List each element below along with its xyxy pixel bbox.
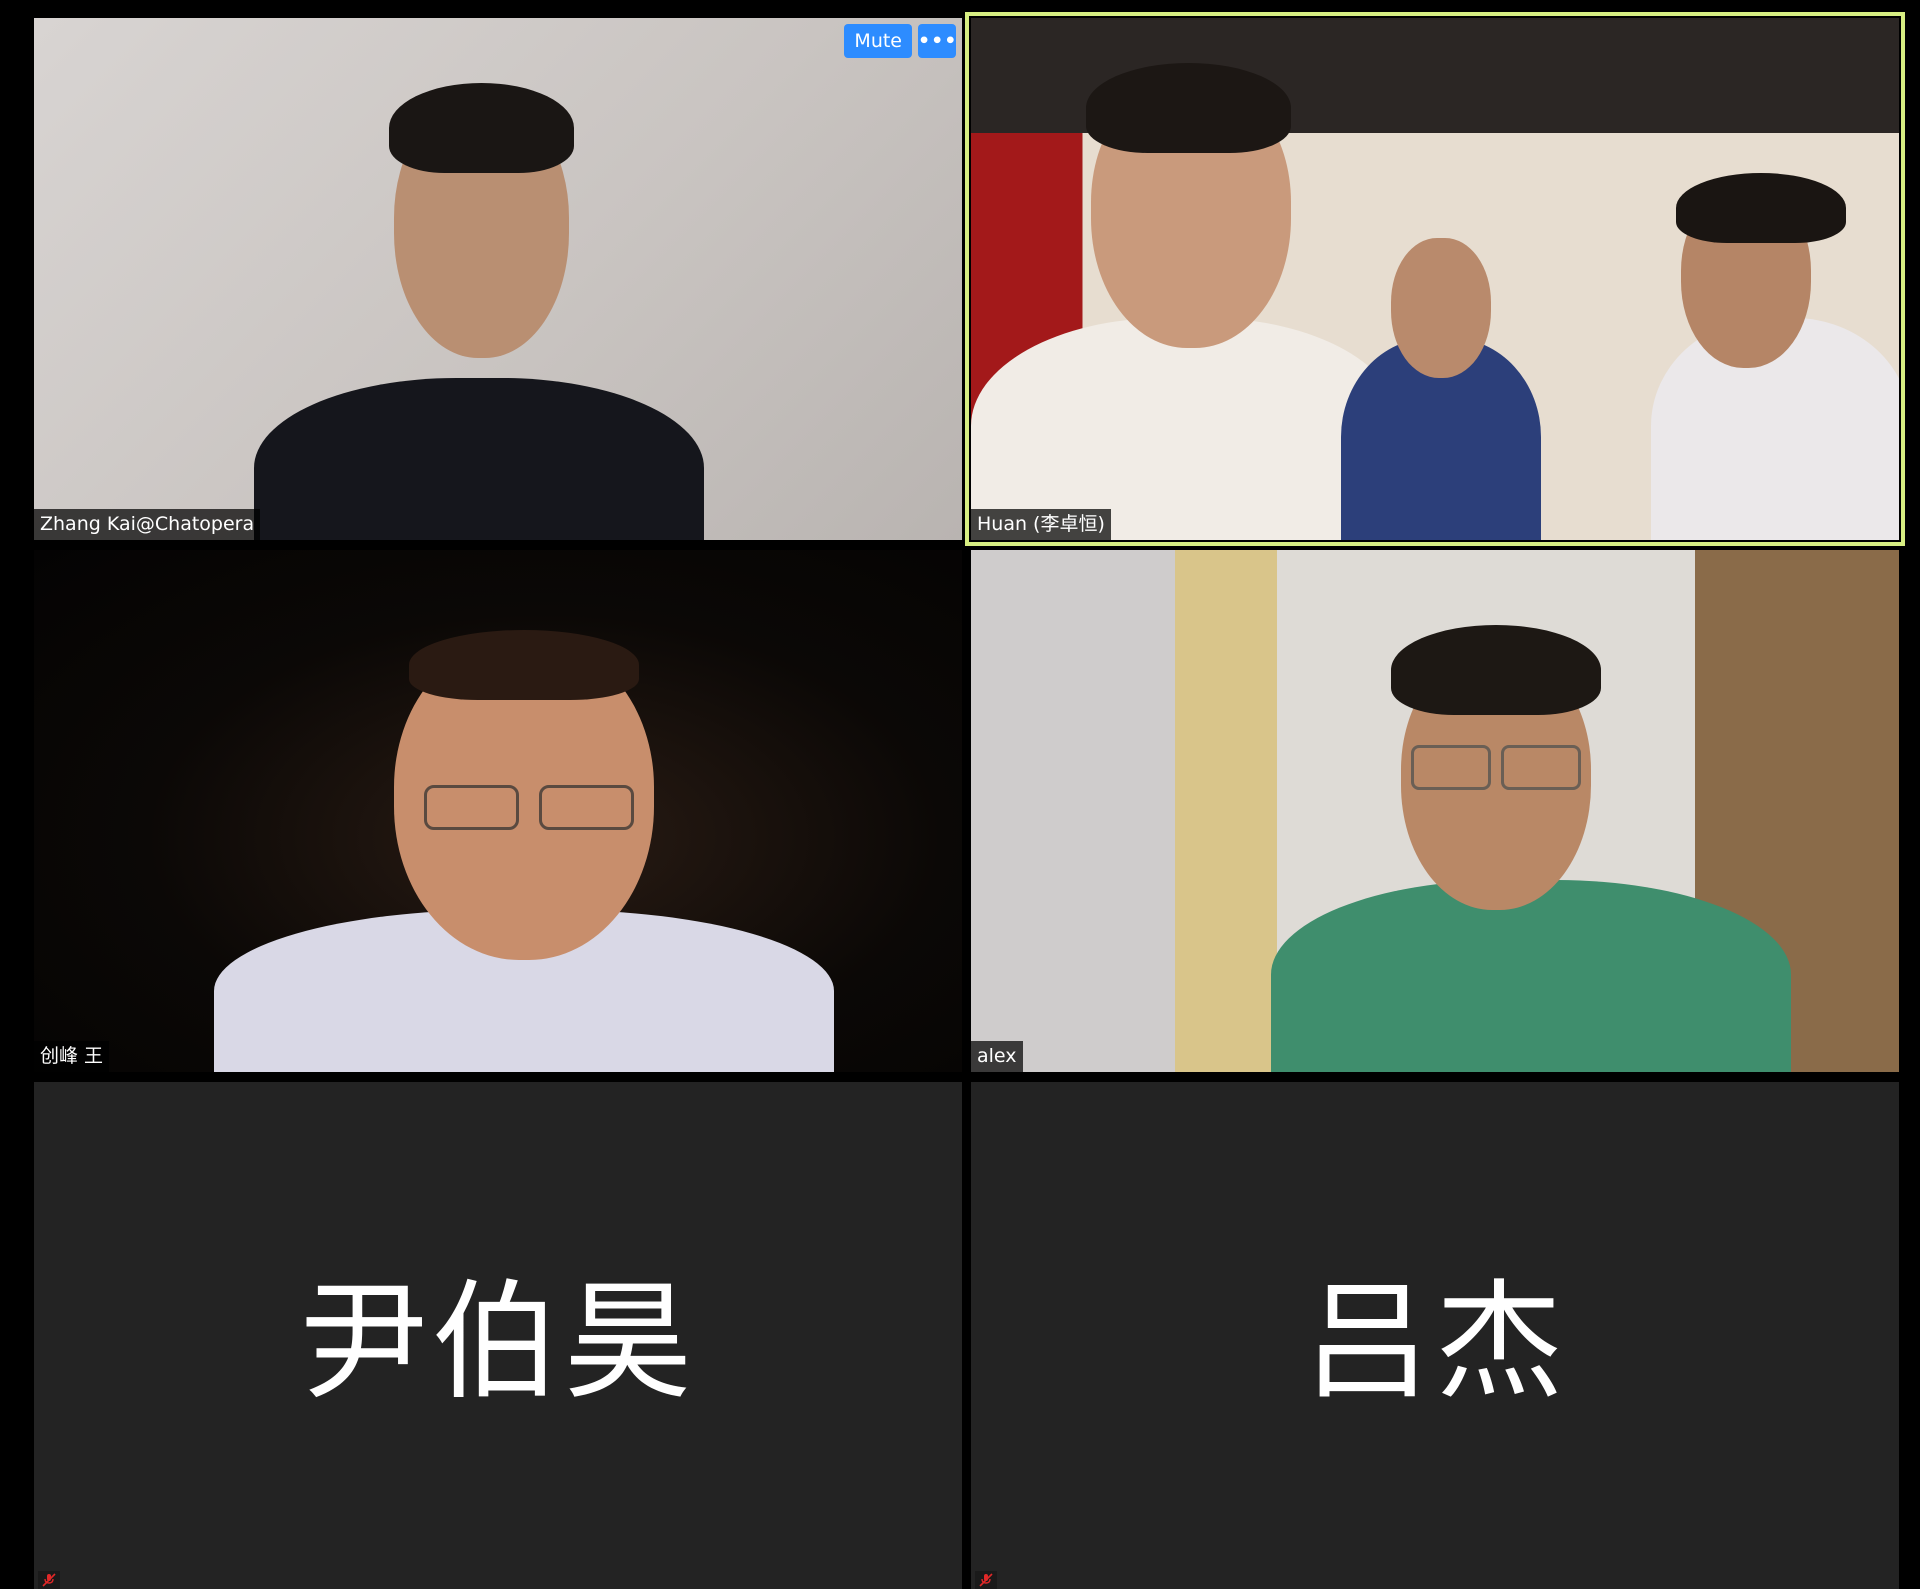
- participant-tile-yin-bohao[interactable]: 尹伯昊: [34, 1082, 962, 1589]
- participant-figure: [971, 18, 1899, 540]
- participant-name-label: Zhang Kai@Chatopera: [34, 509, 261, 540]
- participant-name-label: 创峰 王: [34, 1041, 110, 1072]
- participant-video: [971, 18, 1899, 540]
- microphone-muted-icon: [38, 1571, 60, 1589]
- participant-tile-lv-jie[interactable]: 吕杰: [971, 1082, 1899, 1589]
- participant-tile-chuangfeng-wang[interactable]: 创峰 王: [34, 550, 962, 1072]
- participant-figure: [34, 18, 962, 540]
- more-options-button[interactable]: •••: [918, 24, 956, 58]
- participant-name-label: Huan (李卓恒): [971, 509, 1111, 540]
- ellipsis-icon: •••: [918, 30, 958, 52]
- participant-display-name: 吕杰: [1302, 1268, 1567, 1417]
- participant-video: [34, 550, 962, 1072]
- participant-video: [34, 18, 962, 540]
- participant-figure: [34, 550, 962, 1072]
- tile-controls: Mute •••: [844, 24, 956, 58]
- participant-figure: [971, 550, 1899, 1072]
- participant-tile-zhang-kai[interactable]: Mute ••• Zhang Kai@Chatopera: [34, 18, 962, 540]
- video-gallery: Mute ••• Zhang Kai@Chatopera Huan (李卓恒): [0, 0, 1920, 1589]
- participant-video: [971, 550, 1899, 1072]
- participant-display-name: 尹伯昊: [299, 1268, 696, 1417]
- mute-button[interactable]: Mute: [844, 24, 912, 58]
- microphone-muted-icon: [975, 1571, 997, 1589]
- participant-tile-huan[interactable]: Huan (李卓恒): [971, 18, 1899, 540]
- participant-name-label: alex: [971, 1041, 1023, 1072]
- participant-tile-alex[interactable]: alex: [971, 550, 1899, 1072]
